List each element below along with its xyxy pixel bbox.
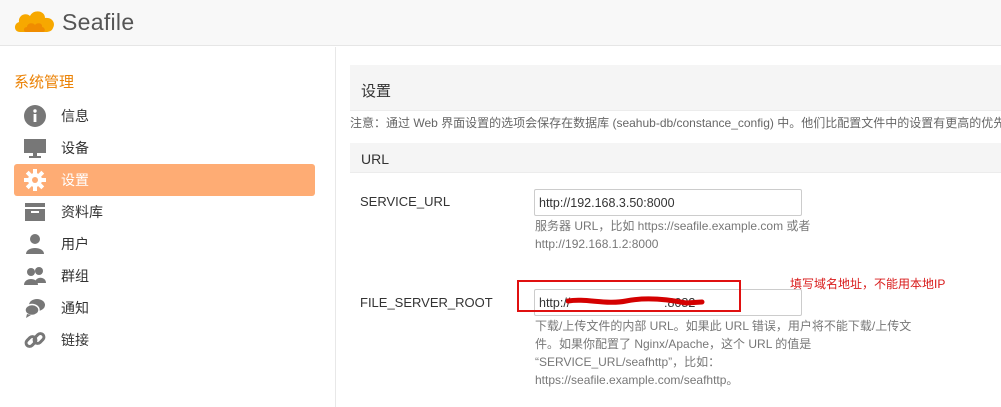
sidebar-item-users[interactable]: 用户: [14, 228, 315, 260]
file-server-root-help: 下载/上传文件的内部 URL。如果此 URL 错误，用户将不能下载/上传文 件。…: [535, 317, 915, 389]
group-icon: [23, 264, 47, 288]
sidebar-item-notifications[interactable]: 通知: [14, 292, 315, 324]
archive-icon: [23, 200, 47, 224]
page-title: 设置: [361, 83, 392, 100]
sidebar-item-label: 链接: [61, 332, 89, 348]
sidebar-item-label: 资料库: [61, 204, 103, 220]
file-server-root-label: FILE_SERVER_ROOT: [360, 295, 493, 310]
monitor-icon: [23, 136, 47, 160]
sidebar-item-label: 设备: [61, 140, 89, 156]
sidebar-item-label: 通知: [61, 300, 89, 316]
user-icon: [23, 232, 47, 256]
sidebar-item-groups[interactable]: 群组: [14, 260, 315, 292]
sidebar-item-libraries[interactable]: 资料库: [14, 196, 315, 228]
seafile-logo[interactable]: Seafile: [12, 6, 134, 38]
section-title: URL: [361, 151, 390, 167]
sidebar-item-info[interactable]: 信息: [14, 100, 315, 132]
sidebar-title: 系统管理: [14, 74, 75, 91]
annotation-note: 填写域名地址，不能用本地IP: [790, 277, 946, 291]
help-line: 服务器 URL，比如 https://seafile.example.com 或…: [535, 219, 811, 233]
help-line: 件。如果你配置了 Nginx/Apache，这个 URL 的值是: [535, 337, 812, 351]
redaction-scribble: [566, 296, 705, 306]
seafile-cloud-icon: [14, 11, 55, 32]
info-icon: [23, 104, 47, 128]
sidebar-item-devices[interactable]: 设备: [14, 132, 315, 164]
service-url-label: SERVICE_URL: [360, 194, 451, 209]
service-url-input[interactable]: [534, 189, 802, 216]
app-name: Seafile: [62, 8, 135, 35]
service-url-help: 服务器 URL，比如 https://seafile.example.com 或…: [535, 217, 915, 253]
sidebar-item-links[interactable]: 链接: [14, 324, 315, 356]
help-line: 下载/上传文件的内部 URL。如果此 URL 错误，用户将不能下载/上传文: [535, 319, 912, 333]
admin-sidebar: 系统管理 信息 设备 设置 资料库 用户 群组 通知 链接: [0, 47, 336, 407]
settings-header: 设置: [350, 65, 1001, 111]
chat-icon: [23, 296, 47, 320]
sidebar-item-label: 设置: [61, 172, 89, 188]
sidebar-item-label: 群组: [61, 268, 89, 284]
sidebar-item-settings[interactable]: 设置: [14, 164, 315, 196]
settings-notice: 注意：通过 Web 界面设置的选项会保存在数据库 (seahub-db/cons…: [350, 116, 1001, 130]
gear-icon: [23, 168, 47, 192]
link-icon: [23, 328, 47, 352]
top-header: Seafile: [0, 0, 1001, 46]
sidebar-item-label: 用户: [61, 236, 89, 252]
url-section-header: URL: [350, 143, 1001, 173]
sidebar-item-label: 信息: [61, 108, 89, 124]
help-line: “SERVICE_URL/seafhttp”，比如：https://seafil…: [535, 355, 739, 387]
sidebar-nav: 信息 设备 设置 资料库 用户 群组 通知 链接: [14, 100, 315, 356]
help-line: http://192.168.1.2:8000: [535, 237, 659, 251]
